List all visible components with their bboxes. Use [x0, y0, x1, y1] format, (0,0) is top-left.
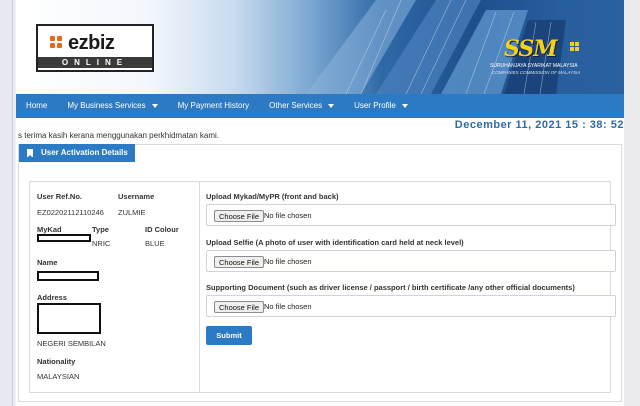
choose-file-button[interactable]: Choose File: [214, 210, 265, 222]
type-label: Type: [92, 225, 109, 234]
no-file-text: No file chosen: [264, 257, 312, 266]
panel-title: User Activation Details: [41, 148, 128, 157]
submit-button[interactable]: Submit: [206, 326, 252, 345]
caret-down-icon: [151, 103, 158, 108]
ssm-mark: SSM: [504, 36, 558, 62]
nationality-value: MALAYSIAN: [37, 372, 80, 381]
header-banner: ezbiz ONLINE SSM SURUHANJAYA SYARIKAT MA…: [16, 0, 624, 94]
mykad-label: MyKad: [37, 225, 62, 234]
no-file-text: No file chosen: [264, 211, 312, 220]
upload-selfie-input[interactable]: Choose File No file chosen: [206, 250, 616, 272]
left-gutter: [0, 0, 13, 406]
redacted-name: [37, 271, 99, 281]
supporting-doc-label: Supporting Document (such as driver lice…: [206, 283, 575, 292]
welcome-marquee: s terima kasih kerana menggunakan perkhi…: [18, 131, 219, 140]
nav-other-services[interactable]: Other Services: [259, 94, 344, 118]
username-label: Username: [118, 192, 155, 201]
name-label: Name: [37, 258, 58, 267]
panel-title-tab: User Activation Details: [19, 144, 135, 162]
bookmark-icon: [27, 149, 33, 158]
caret-down-icon: [328, 103, 335, 108]
ssm-name: SURUHANJAYA SYARIKAT MALAYSIA: [490, 63, 578, 69]
nav-my-business-services[interactable]: My Business Services: [57, 94, 167, 118]
choose-file-button[interactable]: Choose File: [214, 301, 265, 313]
username-value: ZULMIE: [118, 208, 146, 217]
nationality-label: Nationality: [37, 357, 76, 366]
page: ezbiz ONLINE SSM SURUHANJAYA SYARIKAT MA…: [16, 0, 624, 406]
user-activation-panel: User Activation Details User Ref.No. Use…: [18, 144, 622, 402]
right-gutter: [624, 0, 640, 406]
logo-dots-icon: [50, 36, 64, 50]
ssm-dots-icon: [570, 42, 580, 52]
redacted-mykad: [37, 234, 91, 242]
address-label: Address: [37, 293, 68, 302]
nav-home[interactable]: Home: [16, 94, 57, 118]
upload-column: Upload Mykad/MyPR (front and back) Choos…: [206, 182, 616, 392]
upload-mykad-label: Upload Mykad/MyPR (front and back): [206, 192, 339, 201]
main-nav: Home My Business Services My Payment His…: [16, 94, 624, 118]
ssm-logo: SSM SURUHANJAYA SYARIKAT MALAYSIA COMPAN…: [482, 36, 618, 80]
logo-subtext: ONLINE: [38, 57, 152, 68]
ezbiz-logo[interactable]: ezbiz ONLINE: [36, 24, 154, 72]
id-colour-label: ID Colour: [145, 225, 179, 234]
no-file-text: No file chosen: [264, 302, 312, 311]
id-colour-value: BLUE: [145, 239, 165, 248]
redacted-address: [37, 303, 101, 334]
nav-user-profile[interactable]: User Profile: [344, 94, 418, 118]
upload-supporting-input[interactable]: Choose File No file chosen: [206, 295, 616, 317]
type-value: NRIC: [92, 239, 111, 248]
current-datetime: December 11, 2021 15 : 38: 52: [454, 119, 624, 131]
nav-my-payment-history[interactable]: My Payment History: [168, 94, 260, 118]
ref-value: EZ02202112110246: [37, 208, 104, 217]
address-state: NEGERI SEMBILAN: [37, 339, 106, 348]
ref-label: User Ref.No.: [37, 192, 83, 201]
choose-file-button[interactable]: Choose File: [214, 256, 265, 268]
caret-down-icon: [401, 103, 408, 108]
upload-mykad-input[interactable]: Choose File No file chosen: [206, 204, 616, 226]
user-info-column: User Ref.No. Username EZ02202112110246 Z…: [30, 182, 200, 392]
ssm-name-en: COMPANIES COMMISSION OF MALAYSIA: [492, 70, 581, 75]
logo-text: ezbiz: [68, 32, 115, 54]
upload-selfie-label: Upload Selfie (A photo of user with iden…: [206, 238, 464, 247]
activation-form: User Ref.No. Username EZ02202112110246 Z…: [29, 181, 616, 393]
